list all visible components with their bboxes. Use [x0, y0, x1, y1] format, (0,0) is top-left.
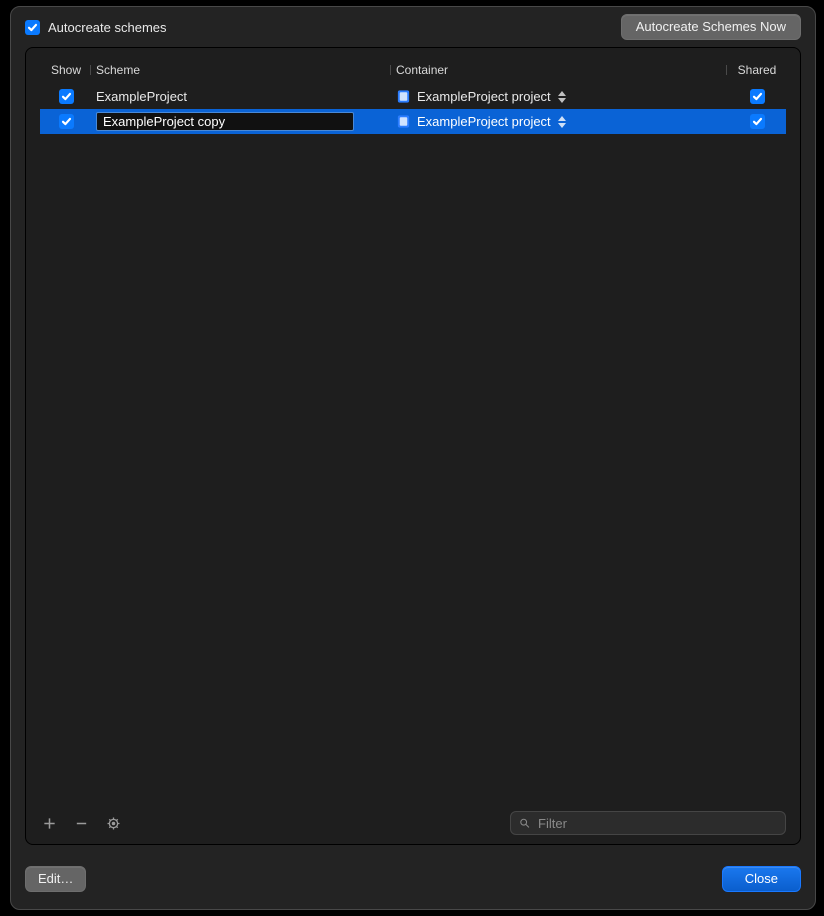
row-show-cell[interactable] [40, 89, 92, 104]
checkbox-icon[interactable] [59, 114, 74, 129]
table-row[interactable]: ExampleProject ExampleProject project [40, 84, 786, 109]
autocreate-now-button[interactable]: Autocreate Schemes Now [621, 14, 801, 40]
row-container-cell[interactable]: ExampleProject project [392, 114, 728, 129]
container-label: ExampleProject project [417, 114, 551, 129]
row-scheme-cell[interactable] [92, 112, 392, 131]
row-scheme-cell[interactable]: ExampleProject [92, 89, 392, 104]
table-row[interactable]: ExampleProject project [40, 109, 786, 134]
scheme-name-label: ExampleProject [96, 89, 187, 104]
container-label: ExampleProject project [417, 89, 551, 104]
table-header: Show Scheme Container Shared [40, 58, 786, 82]
col-header-show[interactable]: Show [40, 63, 92, 77]
remove-scheme-button[interactable] [72, 814, 90, 832]
dialog-topbar: Autocreate schemes Autocreate Schemes No… [11, 7, 815, 47]
checkbox-icon[interactable] [59, 89, 74, 104]
row-shared-cell[interactable] [728, 114, 786, 129]
search-icon [519, 817, 530, 829]
filter-input[interactable] [536, 815, 777, 832]
scheme-name-input[interactable] [101, 113, 349, 130]
project-icon [396, 89, 411, 104]
updown-icon [557, 115, 567, 129]
schemes-table: Show Scheme Container Shared ExampleProj… [26, 48, 800, 806]
autocreate-label: Autocreate schemes [48, 20, 167, 35]
filter-field[interactable] [510, 811, 786, 835]
panel-toolbar [26, 806, 800, 844]
scheme-actions-button[interactable] [104, 814, 122, 832]
dialog-footer: Edit… Close [11, 855, 815, 909]
project-icon [396, 114, 411, 129]
edit-button[interactable]: Edit… [25, 866, 86, 892]
checkbox-icon[interactable] [750, 114, 765, 129]
close-button[interactable]: Close [722, 866, 801, 892]
autocreate-checkbox[interactable] [25, 20, 40, 35]
checkbox-icon[interactable] [750, 89, 765, 104]
row-shared-cell[interactable] [728, 89, 786, 104]
col-header-shared[interactable]: Shared [728, 63, 786, 77]
manage-schemes-dialog: Autocreate schemes Autocreate Schemes No… [10, 6, 816, 910]
schemes-panel: Show Scheme Container Shared ExampleProj… [25, 47, 801, 845]
col-header-container[interactable]: Container [392, 63, 728, 77]
row-container-cell[interactable]: ExampleProject project [392, 89, 728, 104]
row-show-cell[interactable] [40, 114, 92, 129]
add-scheme-button[interactable] [40, 814, 58, 832]
col-header-scheme[interactable]: Scheme [92, 63, 392, 77]
table-body: ExampleProjectExampleProject projectExam… [40, 84, 786, 134]
updown-icon [557, 90, 567, 104]
